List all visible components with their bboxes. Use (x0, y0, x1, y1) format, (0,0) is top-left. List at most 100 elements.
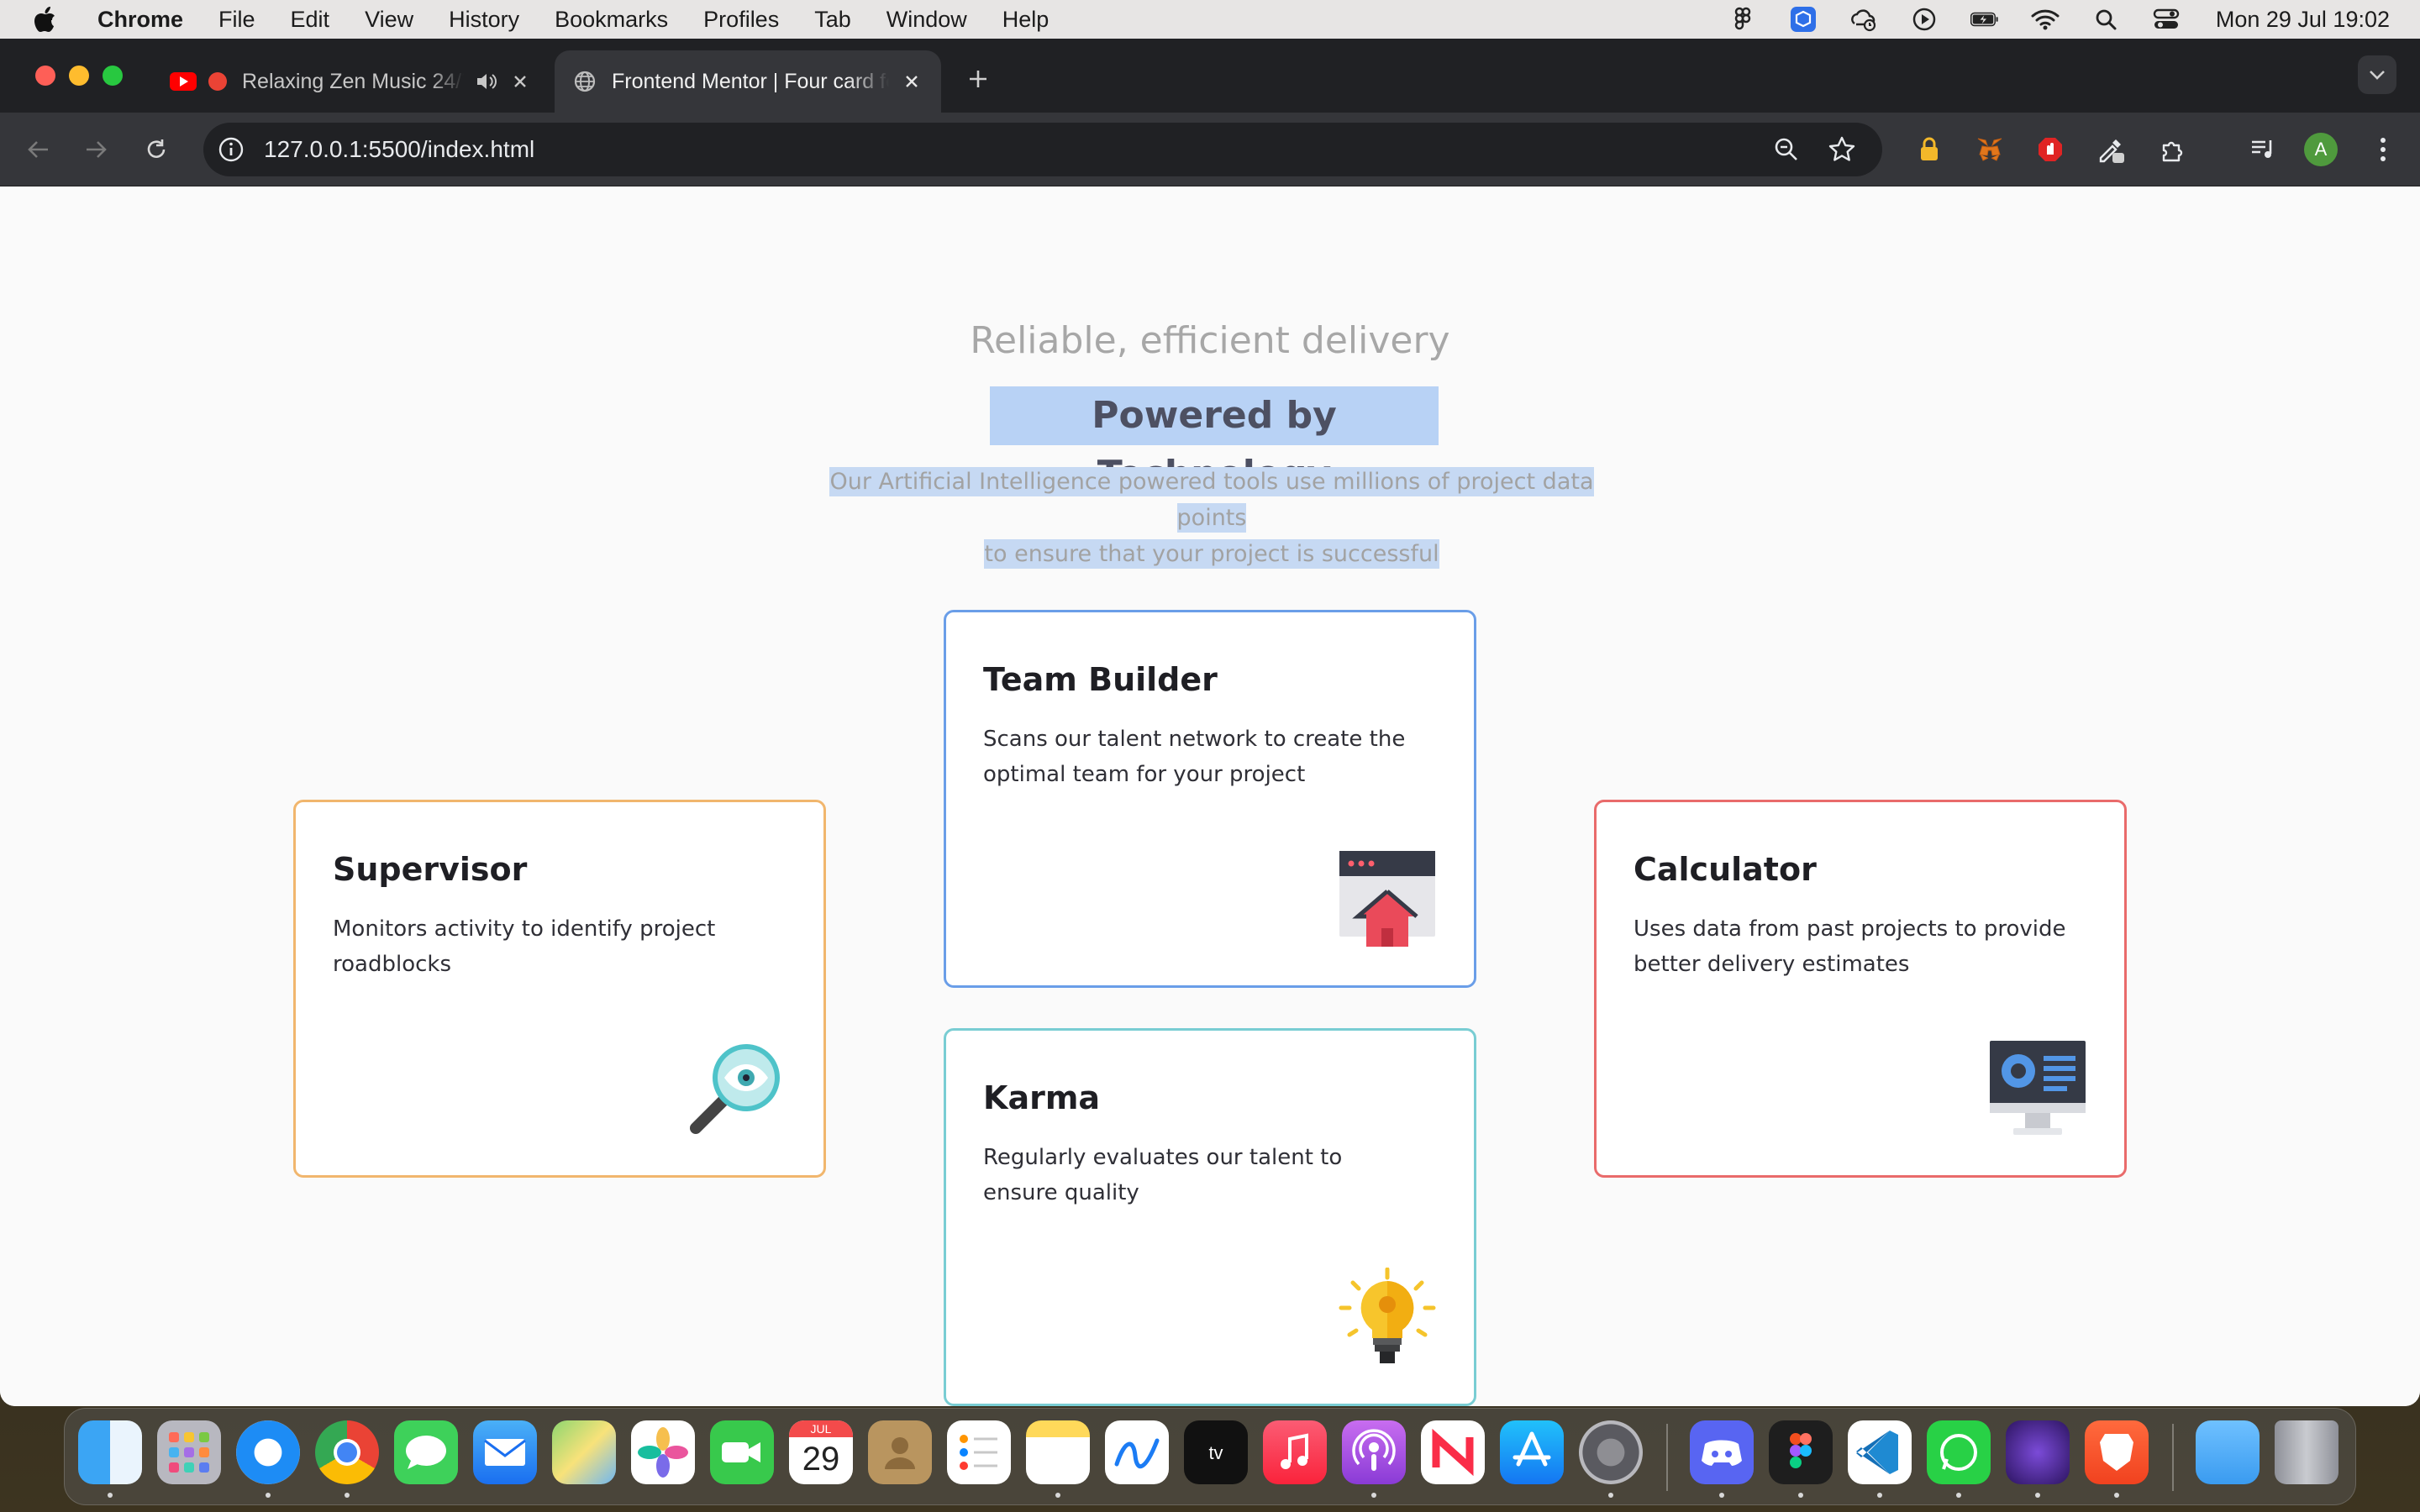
new-tab-button[interactable] (963, 64, 993, 94)
macos-dock: JUL 29 tv (64, 1408, 2356, 1505)
window-close-button[interactable] (35, 66, 55, 86)
profile-initial: A (2304, 133, 2338, 166)
dock-running-indicator (1055, 1493, 1060, 1498)
media-controls-icon[interactable] (2245, 131, 2282, 168)
dock-music-icon[interactable] (1263, 1420, 1327, 1484)
tab-title: Relaxing Zen Music 24/7 (242, 69, 464, 93)
card-title: Team Builder (983, 661, 1218, 698)
play-status-icon[interactable] (1910, 7, 1939, 32)
card-text: Regularly evaluates our talent to ensure… (983, 1145, 1343, 1205)
dock-podcasts-icon[interactable] (1342, 1420, 1406, 1484)
dock-facetime-icon[interactable] (710, 1420, 774, 1484)
profile-avatar[interactable]: A (2302, 131, 2339, 168)
menu-window[interactable]: Window (886, 7, 967, 33)
dock-brave-icon[interactable] (2085, 1420, 2149, 1484)
dock-running-indicator (1798, 1493, 1803, 1498)
card-text: Uses data from past projects to provide … (1634, 916, 2066, 977)
apple-menu-icon[interactable] (34, 5, 59, 34)
tab-close-icon[interactable] (901, 71, 923, 92)
dock-chrome-icon[interactable] (315, 1420, 379, 1484)
site-info-icon[interactable] (217, 135, 245, 164)
calendar-day: 29 (802, 1441, 840, 1478)
dock-system-settings-icon[interactable] (1579, 1420, 1643, 1484)
dock-launchpad-icon[interactable] (157, 1420, 221, 1484)
dock-apple-tv-icon[interactable]: tv (1184, 1420, 1248, 1484)
tab-title: Frontend Mentor | Four card feature sect… (612, 69, 889, 93)
menu-edit[interactable]: Edit (291, 7, 330, 33)
tab-strip: Relaxing Zen Music 24/7 Frontend Mentor … (0, 39, 2420, 113)
macos-menubar: Chrome File Edit View History Bookmarks … (0, 0, 2420, 39)
address-bar[interactable]: 127.0.0.1:5500/index.html (203, 123, 1882, 176)
back-button[interactable] (20, 131, 57, 168)
cube-status-icon[interactable] (1789, 7, 1818, 32)
menu-tab[interactable]: Tab (814, 7, 851, 33)
dock-vscode-icon[interactable] (1848, 1420, 1912, 1484)
menubar-clock[interactable]: Mon 29 Jul 19:02 (2216, 7, 2390, 33)
password-lock-icon[interactable] (1911, 131, 1948, 168)
card-title: Karma (983, 1079, 1101, 1116)
dock-figma-icon[interactable] (1769, 1420, 1833, 1484)
dock-trash-icon[interactable] (2275, 1420, 2338, 1484)
dock-separator (2172, 1424, 2174, 1491)
dock-maps-icon[interactable] (552, 1420, 616, 1484)
figma-status-icon[interactable] (1728, 7, 1757, 32)
hero-description-line-1: Our Artificial Intelligence powered tool… (829, 467, 1594, 533)
dock-reminders-icon[interactable] (947, 1420, 1011, 1484)
weather-status-icon[interactable] (1849, 7, 1878, 32)
menu-bookmarks[interactable]: Bookmarks (555, 7, 668, 33)
card-title: Supervisor (333, 851, 528, 888)
menu-file[interactable]: File (218, 7, 255, 33)
youtube-icon (170, 72, 197, 91)
extensions-puzzle-icon[interactable] (2154, 131, 2191, 168)
card-text: Monitors activity to identify project ro… (333, 916, 716, 977)
bookmark-star-icon[interactable] (1827, 134, 1857, 165)
adblock-extension-icon[interactable] (2032, 131, 2069, 168)
dock-whatsapp-icon[interactable] (1927, 1420, 1991, 1484)
dock-messages-icon[interactable] (394, 1420, 458, 1484)
battery-icon[interactable] (1970, 7, 1999, 32)
menu-view[interactable]: View (365, 7, 413, 33)
tab-youtube[interactable]: Relaxing Zen Music 24/7 (151, 50, 550, 113)
chrome-window: Relaxing Zen Music 24/7 Frontend Mentor … (0, 39, 2420, 1406)
wifi-icon[interactable] (2031, 7, 2060, 32)
tab-close-icon[interactable] (509, 71, 531, 92)
menu-history[interactable]: History (449, 7, 519, 33)
dock-notes-icon[interactable] (1026, 1420, 1090, 1484)
lightbulb-icon (1338, 1267, 1437, 1367)
recording-indicator-icon (208, 72, 227, 91)
dock-news-icon[interactable] (1421, 1420, 1485, 1484)
tab-audio-icon[interactable] (476, 71, 497, 92)
menu-help[interactable]: Help (1002, 7, 1050, 33)
window-minimize-button[interactable] (69, 66, 89, 86)
chrome-menu-icon[interactable] (2365, 131, 2402, 168)
menu-app-name[interactable]: Chrome (97, 7, 183, 33)
tab-frontend-mentor[interactable]: Frontend Mentor | Four card feature sect… (555, 50, 941, 113)
spotlight-search-icon[interactable] (2091, 7, 2120, 32)
dock-running-indicator (266, 1493, 271, 1498)
reload-button[interactable] (138, 131, 175, 168)
dock-mail-icon[interactable] (473, 1420, 537, 1484)
tab-search-button[interactable] (2358, 55, 2396, 94)
dock-contacts-icon[interactable] (868, 1420, 932, 1484)
forward-button[interactable] (77, 131, 114, 168)
window-maximize-button[interactable] (103, 66, 123, 86)
zoom-icon[interactable] (1771, 134, 1802, 165)
menu-profiles[interactable]: Profiles (703, 7, 779, 33)
dock-calendar-icon[interactable]: JUL 29 (789, 1420, 853, 1484)
metamask-extension-icon[interactable] (1971, 131, 2008, 168)
control-center-icon[interactable] (2152, 7, 2181, 32)
dock-safari-icon[interactable] (236, 1420, 300, 1484)
page-viewport: Reliable, efficient delivery Powered by … (0, 186, 2420, 1406)
hero-description-line-2: to ensure that your project is successfu… (984, 539, 1439, 569)
dock-discord-icon[interactable] (1690, 1420, 1754, 1484)
dock-finder-icon[interactable] (78, 1420, 142, 1484)
dock-app-store-icon[interactable] (1500, 1420, 1564, 1484)
dock-photos-icon[interactable] (631, 1420, 695, 1484)
dock-downloads-folder-icon[interactable] (2196, 1420, 2260, 1484)
color-picker-extension-icon[interactable] (2092, 131, 2129, 168)
calendar-month: JUL (789, 1420, 853, 1437)
url-text[interactable]: 127.0.0.1:5500/index.html (264, 136, 534, 163)
card-supervisor: Supervisor Monitors activity to identify… (293, 800, 826, 1178)
dock-arc-browser-icon[interactable] (2006, 1420, 2070, 1484)
dock-freeform-icon[interactable] (1105, 1420, 1169, 1484)
